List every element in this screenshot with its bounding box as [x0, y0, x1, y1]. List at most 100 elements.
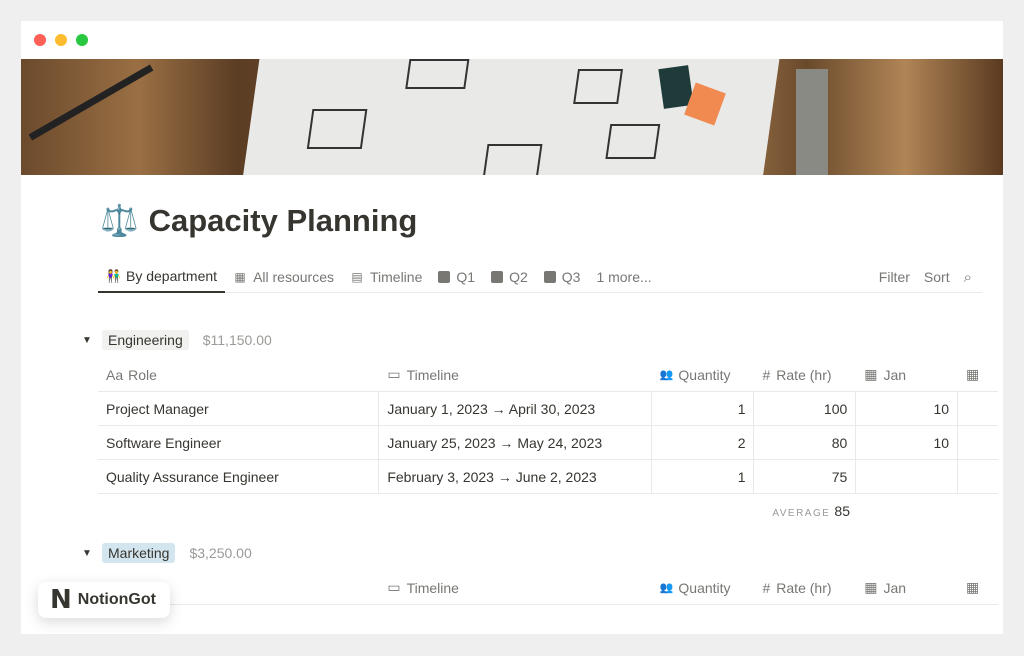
- people-icon: 👫: [106, 269, 121, 283]
- column-label: Rate (hr): [776, 366, 832, 383]
- search-icon[interactable]: ⌕: [964, 269, 972, 286]
- tab-label: Timeline: [369, 269, 423, 285]
- aggregate-value: 85: [834, 503, 850, 519]
- watermark-text: NotionGot: [77, 591, 156, 608]
- dice-one-icon: [438, 271, 451, 283]
- people-icon: 👥: [659, 369, 674, 381]
- cell-timeline[interactable]: January 25, 2023 → May 24, 2023: [379, 426, 652, 459]
- cell-quantity[interactable]: 2: [652, 426, 755, 459]
- table-row[interactable]: Software Engineer January 25, 2023 → May…: [98, 426, 998, 460]
- column-header-jan[interactable]: ▦ Jan: [856, 358, 958, 391]
- engineering-table: Aa Role ▭ Timeline 👥 Quantity # Rate (hr) ▦ J…: [98, 358, 998, 494]
- column-header-rate[interactable]: # Rate (hr): [754, 571, 856, 604]
- cell-quantity[interactable]: 1: [652, 460, 755, 493]
- column-label: Role: [128, 366, 157, 383]
- cell-rate[interactable]: 75: [754, 460, 857, 493]
- page-title-text: Capacity Planning: [148, 202, 418, 238]
- collapse-toggle-icon[interactable]: ▼: [82, 548, 102, 559]
- column-header-rate[interactable]: # Rate (hr): [754, 358, 856, 391]
- tab-label: Q2: [509, 269, 528, 285]
- number-icon: #: [762, 366, 771, 383]
- column-label: Jan: [883, 366, 907, 383]
- calendar-icon: ▦: [864, 579, 878, 595]
- notiongot-logo: N: [50, 585, 72, 615]
- number-icon: #: [762, 579, 771, 596]
- table-row[interactable]: Project Manager January 1, 2023 → April …: [98, 392, 998, 426]
- close-button[interactable]: [34, 34, 46, 46]
- column-header-next[interactable]: ▦: [958, 358, 998, 391]
- tab-q1[interactable]: Q1: [430, 262, 483, 293]
- group-header-engineering: ▼ Engineering $11,150.00: [82, 330, 272, 350]
- cell-next[interactable]: [958, 426, 998, 459]
- cell-next[interactable]: [958, 392, 998, 425]
- cell-jan[interactable]: 10: [856, 426, 959, 459]
- calendar-icon: ▦: [966, 579, 980, 595]
- cell-next[interactable]: [958, 460, 998, 493]
- group-header-marketing: ▼ Marketing $3,250.00: [82, 543, 252, 563]
- dice-three-icon: [543, 271, 556, 283]
- tab-label: By department: [126, 268, 218, 284]
- tab-q3[interactable]: Q3: [536, 262, 589, 293]
- cell-timeline[interactable]: February 3, 2023 → June 2, 2023: [379, 460, 652, 493]
- group-tag: Marketing: [102, 543, 176, 563]
- cell-jan[interactable]: 10: [856, 392, 959, 425]
- tab-timeline[interactable]: ▤ Timeline: [342, 262, 430, 293]
- calendar-icon: ▭: [387, 579, 401, 595]
- page-bottom-background: [0, 634, 1024, 656]
- column-header-timeline[interactable]: ▭ Timeline: [379, 571, 651, 604]
- more-views-button[interactable]: 1 more...: [588, 262, 659, 293]
- cell-jan[interactable]: [856, 460, 959, 493]
- cell-rate[interactable]: 100: [754, 392, 857, 425]
- tab-label: Q3: [561, 269, 581, 285]
- table-icon: ▦: [234, 270, 246, 284]
- cell-role[interactable]: Quality Assurance Engineer: [98, 460, 380, 493]
- column-header-jan[interactable]: ▦ Jan: [856, 571, 958, 604]
- tab-label: Q1: [456, 269, 476, 285]
- timeline-icon: ▤: [351, 270, 363, 284]
- tab-label: All resources: [253, 269, 334, 285]
- cell-timeline[interactable]: January 1, 2023 → April 30, 2023: [379, 392, 652, 425]
- cell-rate[interactable]: 80: [754, 426, 857, 459]
- sort-button[interactable]: Sort: [924, 269, 950, 285]
- aggregate-label: AVERAGE: [772, 508, 831, 519]
- column-label: Jan: [883, 579, 907, 596]
- scale-icon: ⚖️: [100, 203, 139, 238]
- tab-q2[interactable]: Q2: [483, 262, 536, 293]
- column-label: Quantity: [678, 366, 731, 383]
- group-tag: Engineering: [102, 330, 189, 350]
- table-row[interactable]: Quality Assurance Engineer February 3, 2…: [98, 460, 998, 494]
- page-title: ⚖️ Capacity Planning: [100, 202, 417, 239]
- tab-by-department[interactable]: 👫 By department: [98, 262, 226, 293]
- cell-quantity[interactable]: 1: [652, 392, 755, 425]
- table-header: AaRole ▭Timeline 👥Quantity #Rate (hr) ▦J…: [98, 571, 998, 605]
- text-icon: Aa: [106, 366, 124, 383]
- column-label: Timeline: [406, 579, 459, 596]
- maximize-button[interactable]: [76, 34, 88, 46]
- column-header-next[interactable]: ▦: [958, 571, 998, 604]
- group-total: $11,150.00: [202, 332, 272, 348]
- calendar-icon: ▦: [966, 366, 980, 382]
- people-icon: 👥: [659, 582, 674, 594]
- column-label: Timeline: [406, 366, 459, 383]
- dice-two-icon: [491, 271, 504, 283]
- view-tabs: 👫 By department ▦ All resources ▤ Timeline …: [98, 262, 982, 293]
- column-header-timeline[interactable]: ▭ Timeline: [379, 358, 651, 391]
- cell-role[interactable]: Software Engineer: [98, 426, 380, 459]
- minimize-button[interactable]: [55, 34, 67, 46]
- column-header-quantity[interactable]: 👥 Quantity: [652, 358, 755, 391]
- calendar-icon: ▦: [864, 366, 878, 382]
- column-label: Quantity: [678, 579, 731, 596]
- cell-role[interactable]: Project Manager: [98, 392, 380, 425]
- tab-all-resources[interactable]: ▦ All resources: [225, 262, 342, 293]
- window-controls: [34, 34, 88, 46]
- filter-button[interactable]: Filter: [879, 269, 910, 285]
- column-label: Rate (hr): [776, 579, 832, 596]
- column-header-role[interactable]: AaRole: [98, 358, 379, 391]
- page-right-background: [1003, 0, 1024, 656]
- column-header-quantity[interactable]: 👥 Quantity: [652, 571, 755, 604]
- tab-label: 1 more...: [596, 269, 652, 285]
- notiongot-watermark: N NotionGot: [38, 582, 170, 618]
- collapse-toggle-icon[interactable]: ▼: [82, 335, 102, 346]
- rate-average[interactable]: AVERAGE 85: [630, 503, 850, 519]
- group-total: $3,250.00: [189, 545, 252, 561]
